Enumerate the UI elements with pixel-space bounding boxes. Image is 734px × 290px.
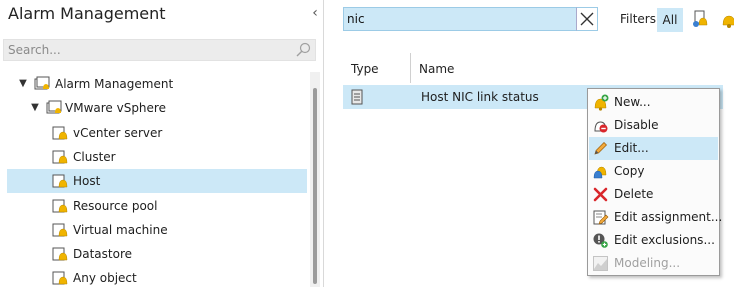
tree-item-label: vCenter server bbox=[73, 126, 163, 140]
menu-item-edit-assignment[interactable]: Edit assignment... bbox=[589, 206, 722, 229]
column-header-type[interactable]: Type bbox=[351, 62, 379, 76]
menu-item-edit-exclusions[interactable]: Edit exclusions... bbox=[589, 229, 718, 252]
menu-item-disable[interactable]: Disable bbox=[589, 114, 718, 137]
disable-alarm-icon bbox=[594, 121, 608, 133]
pencil-icon bbox=[594, 142, 607, 155]
tree-item-label: VMware vSphere bbox=[65, 101, 166, 115]
menu-item-label: Modeling... bbox=[614, 256, 681, 270]
alarm-tree-panel: Alarm Management ‹ ▼ Alarm Management ▼ … bbox=[0, 0, 324, 287]
tree-item-label: Datastore bbox=[73, 247, 133, 261]
alarm-filter-box bbox=[343, 7, 597, 31]
clear-filter-button[interactable] bbox=[576, 7, 598, 31]
tree-item-virtual-machine[interactable]: Virtual machine bbox=[7, 218, 307, 242]
tree-item-label: Any object bbox=[73, 271, 137, 285]
close-icon bbox=[580, 12, 594, 26]
menu-item-new[interactable]: New... bbox=[589, 91, 718, 114]
menu-item-label: Delete bbox=[614, 187, 654, 201]
tree-item-label: Virtual machine bbox=[73, 223, 168, 237]
scrollbar-thumb[interactable] bbox=[313, 88, 317, 284]
tree-item-cluster[interactable]: Cluster bbox=[7, 145, 307, 169]
filters-label: Filters: bbox=[620, 12, 661, 26]
alarm-bell-icon bbox=[52, 150, 68, 164]
exclusion-icon bbox=[593, 233, 608, 248]
menu-item-label: Disable bbox=[614, 118, 659, 132]
tree-item-alarm-management[interactable]: ▼ Alarm Management bbox=[7, 72, 307, 96]
modeling-chart-icon bbox=[593, 256, 608, 271]
alarm-bell-icon bbox=[52, 199, 68, 213]
menu-item-copy[interactable]: Copy bbox=[589, 160, 718, 183]
copy-alarm-icon bbox=[593, 166, 607, 179]
tree-item-datastore[interactable]: Datastore bbox=[7, 242, 307, 266]
tree-item-vcenter-server[interactable]: vCenter server bbox=[7, 121, 307, 145]
chevron-down-icon[interactable]: ▼ bbox=[29, 96, 41, 120]
tree-item-label: Host bbox=[73, 174, 101, 188]
new-alarm-icon bbox=[594, 94, 609, 111]
menu-item-label: Edit exclusions... bbox=[614, 233, 715, 247]
chevron-down-icon[interactable]: ▼ bbox=[17, 72, 29, 96]
menu-item-label: New... bbox=[614, 95, 651, 109]
context-menu: New... Disable Edit... Copy Delete Edit … bbox=[587, 88, 722, 276]
menu-item-edit[interactable]: Edit... bbox=[589, 137, 718, 160]
edit-assignment-icon bbox=[593, 210, 609, 225]
alarm-bell-icon bbox=[52, 223, 68, 237]
alarm-bell-icon bbox=[52, 271, 68, 285]
tree-item-label: Cluster bbox=[73, 150, 116, 164]
column-header-name[interactable]: Name bbox=[419, 62, 454, 76]
alarm-filter-input[interactable] bbox=[347, 9, 572, 29]
predefined-alarm-filter-icon[interactable] bbox=[720, 9, 734, 29]
alarm-bell-icon bbox=[52, 126, 68, 140]
tree-item-resource-pool[interactable]: Resource pool bbox=[7, 194, 307, 218]
menu-item-label: Edit assignment... bbox=[614, 210, 723, 224]
tree-item-vmware-vsphere[interactable]: ▼ VMware vSphere bbox=[7, 96, 307, 120]
tree-item-label: Resource pool bbox=[73, 199, 158, 213]
tree-search-box bbox=[3, 39, 316, 61]
menu-item-label: Copy bbox=[614, 164, 645, 178]
tree-item-any-object[interactable]: Any object bbox=[7, 266, 307, 290]
delete-x-icon bbox=[593, 187, 608, 202]
search-icon[interactable] bbox=[295, 42, 311, 58]
menu-item-modeling[interactable]: Modeling... bbox=[589, 252, 718, 275]
custom-alarm-filter-icon[interactable] bbox=[692, 9, 710, 29]
alarm-bell-icon bbox=[52, 247, 68, 261]
host-server-icon bbox=[351, 89, 363, 105]
tree-item-host[interactable]: Host bbox=[7, 169, 307, 193]
column-divider[interactable] bbox=[410, 53, 411, 83]
tree-search-input[interactable] bbox=[8, 40, 288, 60]
alarm-name: Host NIC link status bbox=[421, 90, 539, 104]
collapse-panel-button[interactable]: ‹ bbox=[308, 5, 322, 21]
tree-scrollbar[interactable] bbox=[310, 72, 320, 287]
menu-item-label: Edit... bbox=[614, 141, 649, 155]
alarm-bell-icon bbox=[52, 174, 68, 188]
filter-all-button[interactable]: All bbox=[657, 8, 683, 32]
tree-item-label: Alarm Management bbox=[55, 77, 174, 91]
panel-title: Alarm Management bbox=[8, 4, 166, 23]
menu-item-delete[interactable]: Delete bbox=[589, 183, 718, 206]
alarm-folder-icon bbox=[34, 76, 50, 90]
alarm-folder-icon bbox=[46, 100, 62, 114]
